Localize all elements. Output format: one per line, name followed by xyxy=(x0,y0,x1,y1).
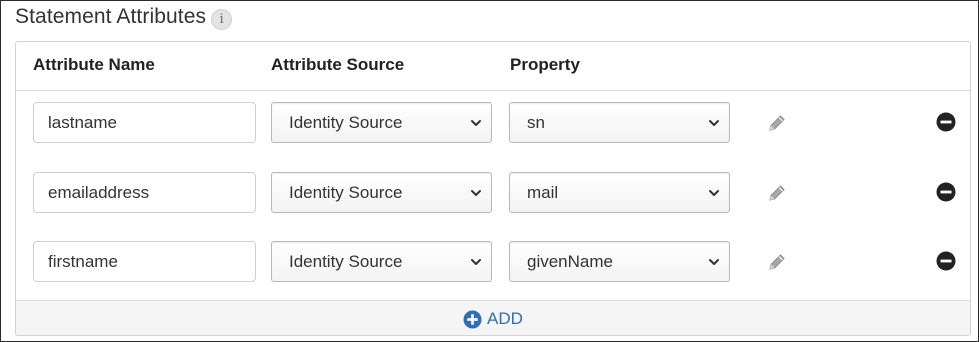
property-select[interactable]: givenName xyxy=(509,241,730,282)
section-header: Statement Attributes i xyxy=(15,2,233,32)
column-header-attribute-source: Attribute Source xyxy=(271,55,405,74)
info-icon[interactable]: i xyxy=(211,8,233,30)
column-header-attribute-name: Attribute Name xyxy=(33,55,155,74)
section-title: Statement Attributes xyxy=(15,5,207,28)
add-attribute-button[interactable]: ADD xyxy=(463,309,523,329)
minus-circle-icon[interactable] xyxy=(936,182,956,202)
statement-attributes-widget: Statement Attributes i Attribute Name At… xyxy=(0,0,979,342)
property-value: givenName xyxy=(527,251,613,271)
attribute-source-select[interactable]: Identity Source xyxy=(271,241,492,282)
attribute-name-input[interactable]: lastname xyxy=(33,102,256,143)
property-value: sn xyxy=(527,112,545,132)
attribute-source-select[interactable]: Identity Source xyxy=(271,102,492,143)
table-row: firstname Identity Source givenName xyxy=(16,241,970,285)
chevron-down-icon xyxy=(709,190,719,196)
table-footer: ADD xyxy=(16,300,970,335)
attribute-name-input[interactable]: firstname xyxy=(33,241,256,282)
attribute-source-value: Identity Source xyxy=(289,112,403,132)
attribute-source-select[interactable]: Identity Source xyxy=(271,172,492,213)
pencil-icon[interactable] xyxy=(766,251,788,273)
attribute-source-value: Identity Source xyxy=(289,182,403,202)
pencil-icon[interactable] xyxy=(766,112,788,134)
add-button-label: ADD xyxy=(487,309,523,328)
property-select[interactable]: sn xyxy=(509,102,730,143)
table-row: emailaddress Identity Source mail xyxy=(16,172,970,216)
table-header: Attribute Name Attribute Source Property xyxy=(16,42,970,91)
chevron-down-icon xyxy=(471,190,481,196)
chevron-down-icon xyxy=(709,120,719,126)
property-select[interactable]: mail xyxy=(509,172,730,213)
chevron-down-icon xyxy=(471,259,481,265)
minus-circle-icon[interactable] xyxy=(936,251,956,271)
attributes-panel: Attribute Name Attribute Source Property… xyxy=(15,41,971,336)
table-row: lastname Identity Source sn xyxy=(16,102,970,146)
pencil-icon[interactable] xyxy=(766,182,788,204)
property-value: mail xyxy=(527,182,559,202)
chevron-down-icon xyxy=(709,259,719,265)
minus-circle-icon[interactable] xyxy=(936,112,956,132)
attribute-name-input[interactable]: emailaddress xyxy=(33,172,256,213)
column-header-property: Property xyxy=(510,55,580,74)
attribute-source-value: Identity Source xyxy=(289,251,403,271)
chevron-down-icon xyxy=(471,120,481,126)
plus-circle-icon xyxy=(463,309,482,329)
